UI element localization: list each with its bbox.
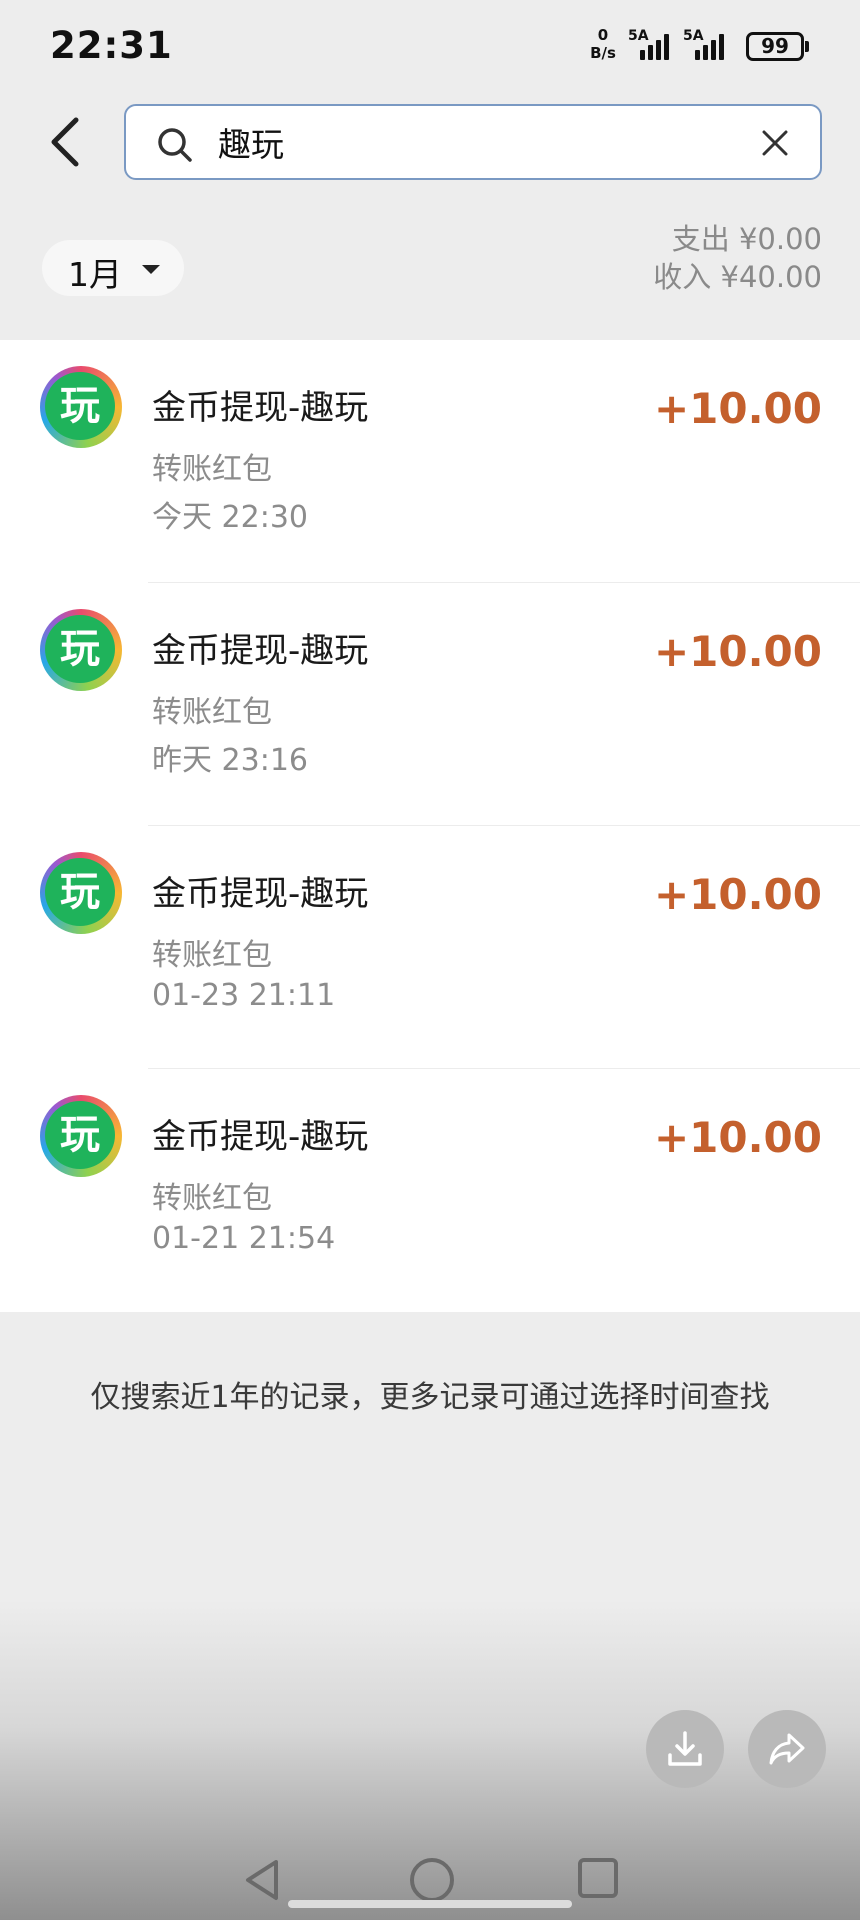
share-icon [769, 1733, 805, 1765]
app-logo-icon: 玩 [40, 609, 122, 691]
month-label: 1月 [68, 255, 122, 294]
expense-total: 支出 ¥0.00 [671, 222, 822, 256]
record-list: 玩 金币提现-趣玩 转账红包 今天 22:30 +10.00 玩 金币提现-趣玩… [0, 340, 860, 1312]
record-time: 昨天 23:16 [152, 743, 308, 778]
gesture-handle[interactable] [288, 1900, 572, 1908]
signal-tag: 5A [628, 28, 649, 44]
app-logo-icon: 玩 [40, 1095, 122, 1177]
caret-down-icon [142, 265, 160, 274]
battery-tip [805, 41, 809, 52]
app-logo-text: 玩 [45, 372, 115, 440]
battery-icon: 99 [746, 32, 804, 61]
record-amount: +10.00 [653, 627, 822, 676]
status-bar: 22:31 0 B/s 5A 5A 99 [0, 0, 860, 92]
record-time: 01-23 21:11 [152, 978, 336, 1013]
signal-icon: 5A [628, 28, 672, 62]
app-logo-text: 玩 [45, 1101, 115, 1169]
chevron-left-icon [51, 117, 79, 167]
download-button[interactable] [646, 1710, 724, 1788]
download-icon [668, 1731, 702, 1766]
status-time: 22:31 [50, 24, 173, 67]
share-button[interactable] [748, 1710, 826, 1788]
record-time: 今天 22:30 [152, 500, 308, 535]
record-type: 转账红包 [152, 452, 272, 487]
record-time: 01-21 21:54 [152, 1221, 336, 1256]
search-scope-note: 仅搜索近1年的记录，更多记录可通过选择时间查找 [90, 1380, 770, 1415]
month-select[interactable]: 1月 [42, 240, 184, 296]
app-logo-icon: 玩 [40, 366, 122, 448]
list-item[interactable]: 玩 金币提现-趣玩 转账红包 01-21 21:54 +10.00 [0, 1069, 860, 1312]
record-amount: +10.00 [653, 1113, 822, 1162]
search-icon [158, 128, 192, 162]
search-input[interactable] [218, 106, 718, 178]
income-total: 收入 ¥40.00 [653, 260, 822, 294]
record-title: 金币提现-趣玩 [152, 874, 369, 914]
record-amount: +10.00 [653, 870, 822, 919]
record-title: 金币提现-趣玩 [152, 631, 369, 671]
record-type: 转账红包 [152, 938, 272, 973]
signal-tag: 5A [683, 28, 704, 44]
list-item[interactable]: 玩 金币提现-趣玩 转账红包 01-23 21:11 +10.00 [0, 826, 860, 1069]
search-box[interactable] [124, 104, 822, 180]
system-nav-bar [0, 1840, 860, 1920]
network-speed-unit: B/s [590, 44, 616, 62]
network-speed: 0 B/s [586, 26, 620, 62]
signal-icon: 5A [683, 28, 727, 62]
close-icon[interactable] [758, 126, 792, 160]
summary: 支出 ¥0.00 收入 ¥40.00 [653, 220, 822, 296]
record-title: 金币提现-趣玩 [152, 1117, 369, 1157]
record-type: 转账红包 [152, 695, 272, 730]
list-item[interactable]: 玩 金币提现-趣玩 转账红包 今天 22:30 +10.00 [0, 340, 860, 583]
network-speed-value: 0 [597, 26, 609, 44]
record-title: 金币提现-趣玩 [152, 388, 369, 428]
nav-back-icon[interactable] [240, 1858, 284, 1902]
nav-home-icon[interactable] [410, 1858, 454, 1902]
app-logo-icon: 玩 [40, 852, 122, 934]
back-button[interactable] [44, 112, 94, 172]
record-type: 转账红包 [152, 1181, 272, 1216]
nav-recent-apps-icon[interactable] [578, 1858, 618, 1898]
record-amount: +10.00 [653, 384, 822, 433]
list-item[interactable]: 玩 金币提现-趣玩 转账红包 昨天 23:16 +10.00 [0, 583, 860, 826]
app-logo-text: 玩 [45, 615, 115, 683]
app-logo-text: 玩 [45, 858, 115, 926]
